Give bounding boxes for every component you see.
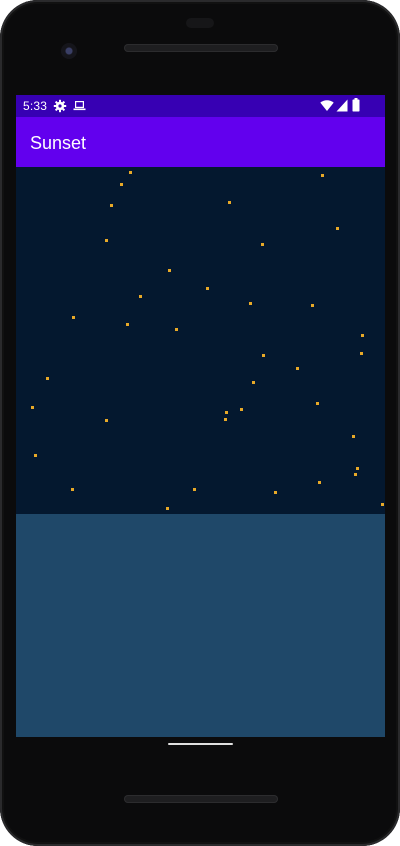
star <box>46 377 49 380</box>
app-title: Sunset <box>30 133 87 153</box>
bottom-speaker-grille <box>124 795 278 803</box>
device-screen: 5:33 Sunset <box>16 95 385 737</box>
star <box>240 408 243 411</box>
star <box>274 491 277 494</box>
gesture-nav-area <box>16 737 385 757</box>
front-camera <box>61 43 77 59</box>
star <box>110 204 113 207</box>
star <box>262 354 265 357</box>
night-sky <box>16 167 385 514</box>
star <box>354 473 357 476</box>
star <box>206 287 209 290</box>
star <box>311 304 314 307</box>
status-time: 5:33 <box>23 99 48 113</box>
star <box>72 316 75 319</box>
laptop-icon <box>73 100 86 115</box>
star <box>224 418 227 421</box>
star <box>381 503 384 506</box>
top-speaker-grille <box>124 44 278 52</box>
phone-frame: 5:33 Sunset <box>0 0 400 846</box>
star <box>316 402 319 405</box>
gear-icon <box>53 99 67 116</box>
star <box>321 174 324 177</box>
star <box>193 488 196 491</box>
status-bar: 5:33 <box>16 95 385 117</box>
app-bar: Sunset <box>16 117 385 167</box>
home-gesture-handle[interactable] <box>168 743 233 745</box>
star <box>361 334 364 337</box>
star <box>296 367 299 370</box>
star <box>129 171 132 174</box>
star <box>139 295 142 298</box>
star <box>249 302 252 305</box>
star <box>120 183 123 186</box>
star <box>318 481 321 484</box>
star <box>252 381 255 384</box>
star <box>175 328 178 331</box>
star <box>336 227 339 230</box>
star <box>356 467 359 470</box>
signal-icon <box>336 99 348 115</box>
star <box>71 488 74 491</box>
star <box>360 352 363 355</box>
star <box>34 454 37 457</box>
sea <box>16 514 385 737</box>
earpiece-notch <box>186 18 214 28</box>
star <box>105 419 108 422</box>
star <box>261 243 264 246</box>
wifi-icon <box>320 99 334 115</box>
battery-icon <box>352 98 360 115</box>
star <box>228 201 231 204</box>
star <box>105 239 108 242</box>
star <box>166 507 169 510</box>
star <box>126 323 129 326</box>
star <box>352 435 355 438</box>
star <box>225 411 228 414</box>
star <box>31 406 34 409</box>
star <box>168 269 171 272</box>
